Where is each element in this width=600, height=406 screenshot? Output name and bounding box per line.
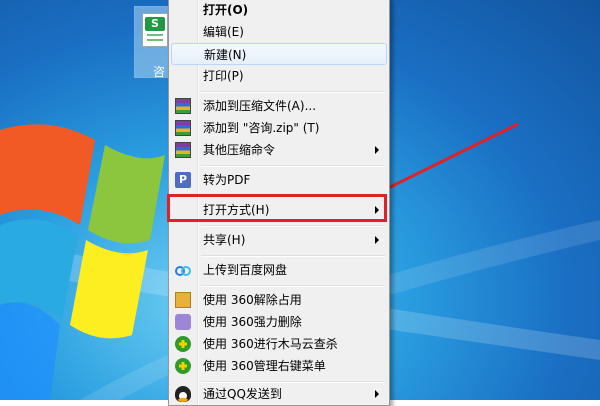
submenu-arrow-icon [375,146,379,154]
annotation-highlight-box [167,194,387,222]
menu-item-print[interactable]: 打印(P) [171,65,387,87]
winrar-archive-icon [175,98,191,114]
winrar-archive-icon [175,142,191,158]
menu-separator [201,165,385,167]
menu-item-label: 打印(P) [203,69,244,83]
menu-item-other-compress[interactable]: 其他压缩命令 [171,139,387,161]
menu-item-label: 上传到百度网盘 [203,263,288,277]
wps-badge-icon: S [145,17,165,31]
menu-item-label: 转为PDF [203,173,251,187]
menu-separator [201,225,385,227]
spreadsheet-icon: S [142,13,168,47]
menu-item-open[interactable]: 打开(O) [171,0,387,21]
menu-item-send-qq[interactable]: 通过QQ发送到 [171,383,387,405]
menu-item-share[interactable]: 共享(H) [171,229,387,251]
pdf-convert-icon: P [175,172,191,188]
menu-separator [201,285,385,287]
annotation-arrow-line [371,122,519,198]
menu-item-label: 使用 360管理右键菜单 [203,359,326,373]
menu-item-360-manage[interactable]: 使用 360管理右键菜单 [171,355,387,377]
menu-item-label: 添加到压缩文件(A)... [203,99,317,113]
menu-item-label: 打开(O) [203,3,249,17]
winrar-archive-icon [175,120,191,136]
menu-item-upload-baidu[interactable]: 上传到百度网盘 [171,259,387,281]
menu-item-label: 添加到 "咨询.zip" (T) [203,121,320,135]
menu-item-new[interactable]: 新建(N) [171,43,387,65]
baidu-netdisk-icon [175,262,191,278]
menu-separator [201,91,385,93]
menu-item-360-unlock[interactable]: 使用 360解除占用 [171,289,387,311]
360-shred-icon [175,314,191,330]
menu-item-add-to-zip[interactable]: 添加到 "咨询.zip" (T) [171,117,387,139]
submenu-arrow-icon [375,236,379,244]
menu-item-360-scan[interactable]: 使用 360进行木马云查杀 [171,333,387,355]
submenu-arrow-icon [375,390,379,398]
menu-item-convert-pdf[interactable]: P 转为PDF [171,169,387,191]
menu-item-label: 使用 360进行木马云查杀 [203,337,338,351]
desktop-file-label: 咨 [153,65,166,79]
menu-item-label: 使用 360解除占用 [203,293,302,307]
menu-item-label: 使用 360强力删除 [203,315,302,329]
360-unlock-icon [175,292,191,308]
menu-item-360-shred[interactable]: 使用 360强力删除 [171,311,387,333]
360-manage-icon [175,358,191,374]
menu-item-add-to-archive[interactable]: 添加到压缩文件(A)... [171,95,387,117]
menu-item-label: 通过QQ发送到 [203,387,282,401]
360-scan-icon [175,336,191,352]
menu-separator [201,255,385,257]
menu-item-edit[interactable]: 编辑(E) [171,21,387,43]
menu-item-label: 其他压缩命令 [203,143,276,157]
menu-item-label: 共享(H) [203,233,246,247]
menu-item-label: 新建(N) [204,48,247,62]
menu-item-label: 编辑(E) [203,25,244,39]
